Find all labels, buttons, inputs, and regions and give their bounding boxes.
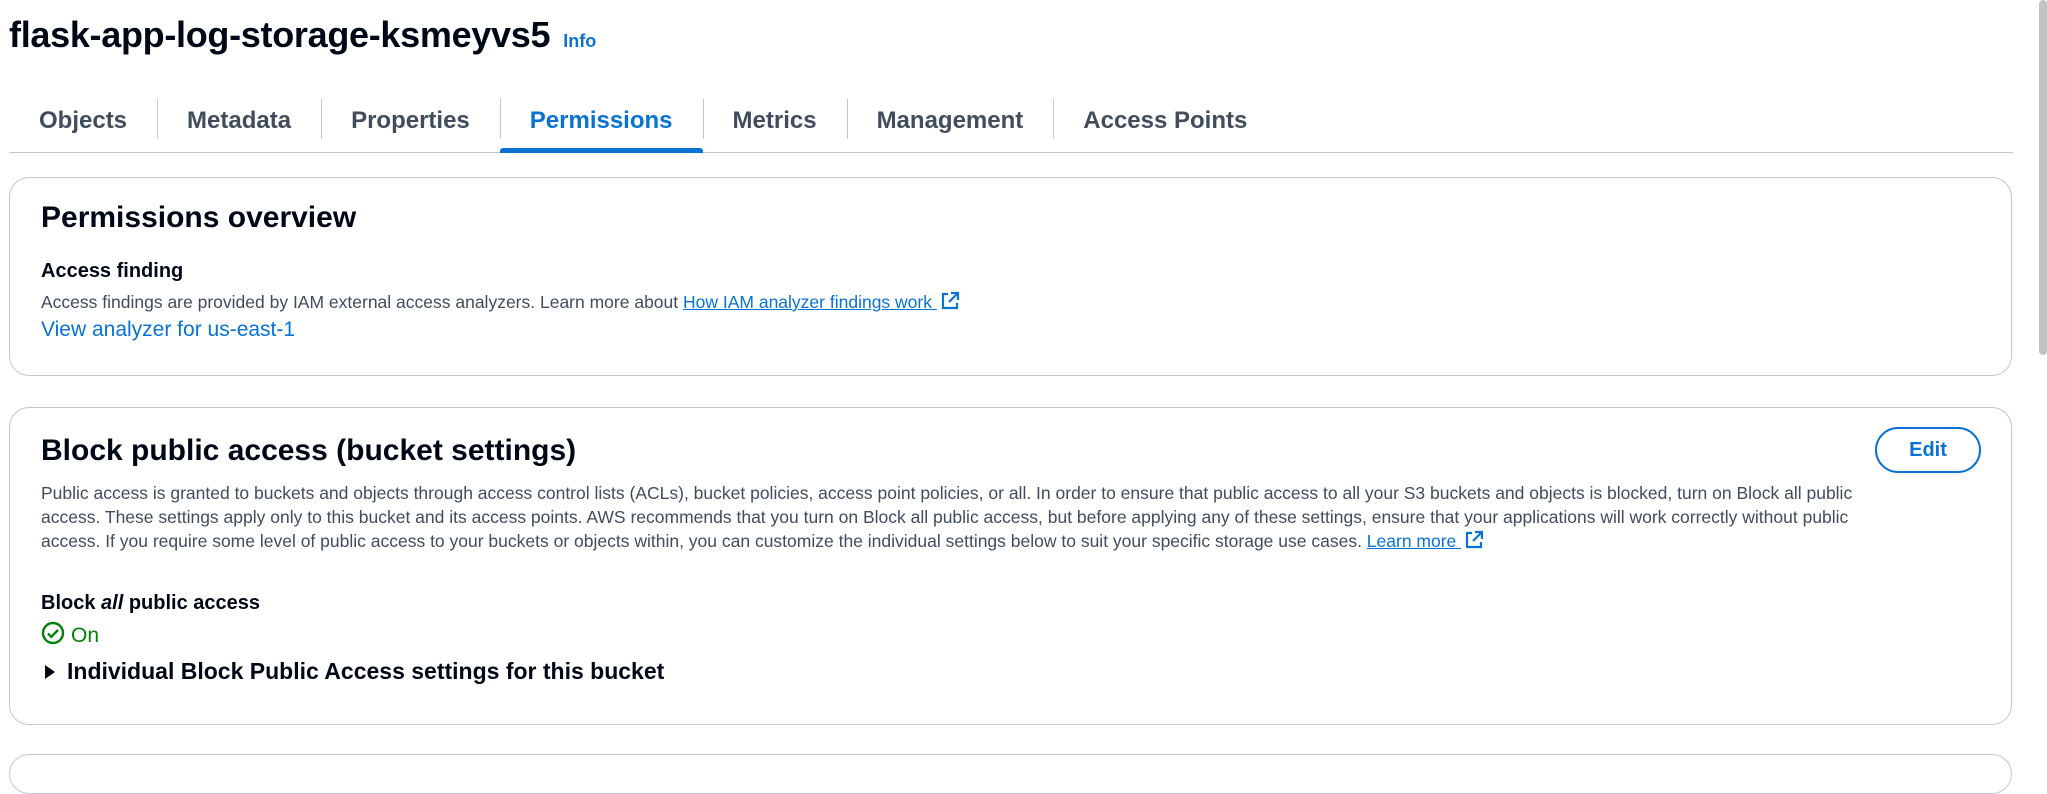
iam-analyzer-findings-link[interactable]: How IAM analyzer findings work [683, 291, 960, 312]
info-link[interactable]: Info [563, 31, 596, 52]
status-text: On [71, 624, 100, 647]
access-finding-heading: Access finding [41, 260, 184, 282]
view-analyzer-link[interactable]: View analyzer for us-east-1 [41, 318, 295, 342]
description-line: Public access is granted to buckets and … [41, 483, 1853, 503]
tab-access-points[interactable]: Access Points [1053, 90, 1277, 152]
external-link-icon [940, 291, 960, 317]
tab-label: Properties [351, 107, 470, 134]
block-public-access-title: Block public access (bucket settings) [41, 434, 577, 467]
tab-label: Objects [39, 107, 128, 134]
status-check-icon [41, 621, 71, 651]
permissions-overview-panel: Permissions overview Access finding Acce… [9, 177, 2012, 376]
block-all-suffix: public access [123, 592, 261, 614]
block-all-prefix: Block [41, 592, 102, 614]
tab-label: Management [876, 107, 1024, 134]
caret-right-icon [45, 664, 55, 679]
description-line: access. These settings apply only to thi… [41, 507, 1849, 527]
page-scrollbar[interactable] [2039, 0, 2047, 355]
edit-button[interactable]: Edit [1875, 427, 1981, 473]
tab-metadata[interactable]: Metadata [157, 90, 321, 152]
learn-more-label: Learn more [1366, 531, 1462, 551]
access-finding-text: Access findings are provided by IAM exte… [41, 292, 683, 312]
block-all-status: On [41, 621, 99, 651]
tab-properties[interactable]: Properties [321, 90, 500, 152]
tab-management[interactable]: Management [846, 90, 1054, 152]
page-header: flask-app-log-storage-ksmeyvs5 Info [9, 14, 596, 56]
permissions-overview-title: Permissions overview [41, 201, 357, 234]
external-link-icon [1464, 530, 1484, 556]
description-line: access. If you require some level of pub… [41, 531, 1367, 551]
individual-settings-expander[interactable]: Individual Block Public Access settings … [41, 658, 664, 685]
block-public-access-description: Public access is granted to buckets and … [41, 481, 1991, 556]
block-all-public-access-label: Block all public access [41, 592, 260, 615]
tab-label: Metadata [187, 107, 292, 134]
tab-label: Metrics [732, 107, 817, 134]
block-all-emphasis: all [101, 592, 124, 614]
tab-permissions[interactable]: Permissions [499, 90, 703, 153]
next-section-panel [9, 754, 2012, 794]
learn-more-link[interactable]: Learn more [1366, 530, 1484, 551]
block-public-access-panel: Block public access (bucket settings) Ed… [9, 407, 2012, 725]
bucket-title: flask-app-log-storage-ksmeyvs5 [9, 14, 551, 55]
individual-settings-label: Individual Block Public Access settings … [67, 658, 665, 684]
tab-label: Permissions [529, 107, 673, 134]
tab-label: Access Points [1083, 107, 1248, 134]
bucket-tabs: Objects Metadata Properties Permissions … [9, 90, 2013, 153]
access-finding-description: Access findings are provided by IAM exte… [41, 290, 960, 317]
tab-metrics[interactable]: Metrics [702, 90, 847, 152]
tab-objects[interactable]: Objects [9, 90, 157, 152]
iam-analyzer-link-label: How IAM analyzer findings work [683, 292, 937, 312]
